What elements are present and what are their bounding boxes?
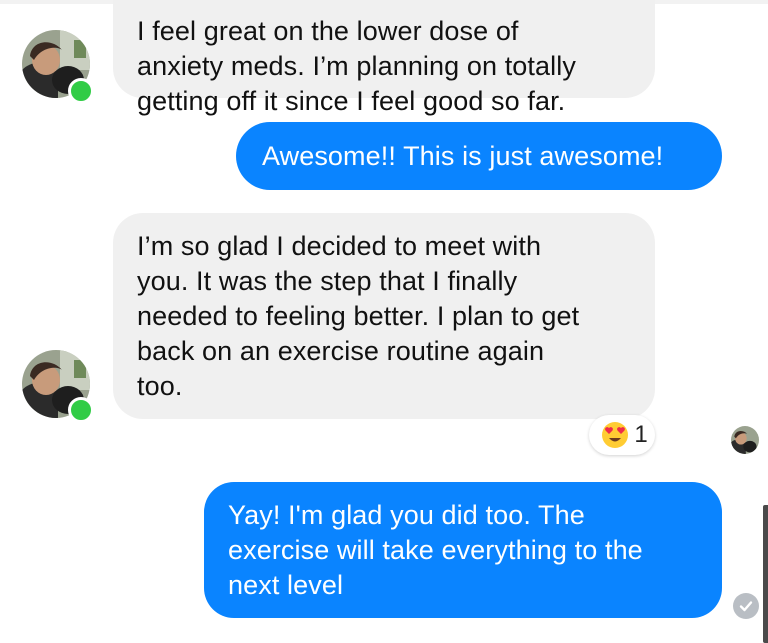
message-reaction[interactable]: 1 (589, 415, 655, 455)
outgoing-message-bubble[interactable]: Yay! I'm glad you did too. The exercise … (204, 482, 722, 618)
outgoing-message-bubble[interactable]: Awesome!! This is just awesome! (236, 122, 722, 190)
scrollbar[interactable] (763, 505, 768, 643)
incoming-message-bubble[interactable]: I’m so glad I decided to meet with you. … (113, 213, 655, 419)
message-text: I feel great on the lower dose of anxiet… (137, 16, 576, 116)
seen-avatar-icon (731, 426, 759, 454)
messenger-conversation: I feel great on the lower dose of anxiet… (0, 0, 768, 643)
message-text: Yay! I'm glad you did too. The exercise … (228, 500, 643, 600)
online-status-indicator (68, 397, 94, 423)
delivered-check-icon (733, 593, 759, 619)
incoming-message-bubble[interactable]: I feel great on the lower dose of anxiet… (113, 0, 655, 116)
heart-eyes-emoji-icon (602, 422, 629, 448)
online-status-indicator (68, 78, 94, 104)
reaction-count: 1 (634, 421, 648, 448)
message-text: Awesome!! This is just awesome! (262, 141, 664, 171)
message-text: I’m so glad I decided to meet with you. … (137, 231, 580, 401)
